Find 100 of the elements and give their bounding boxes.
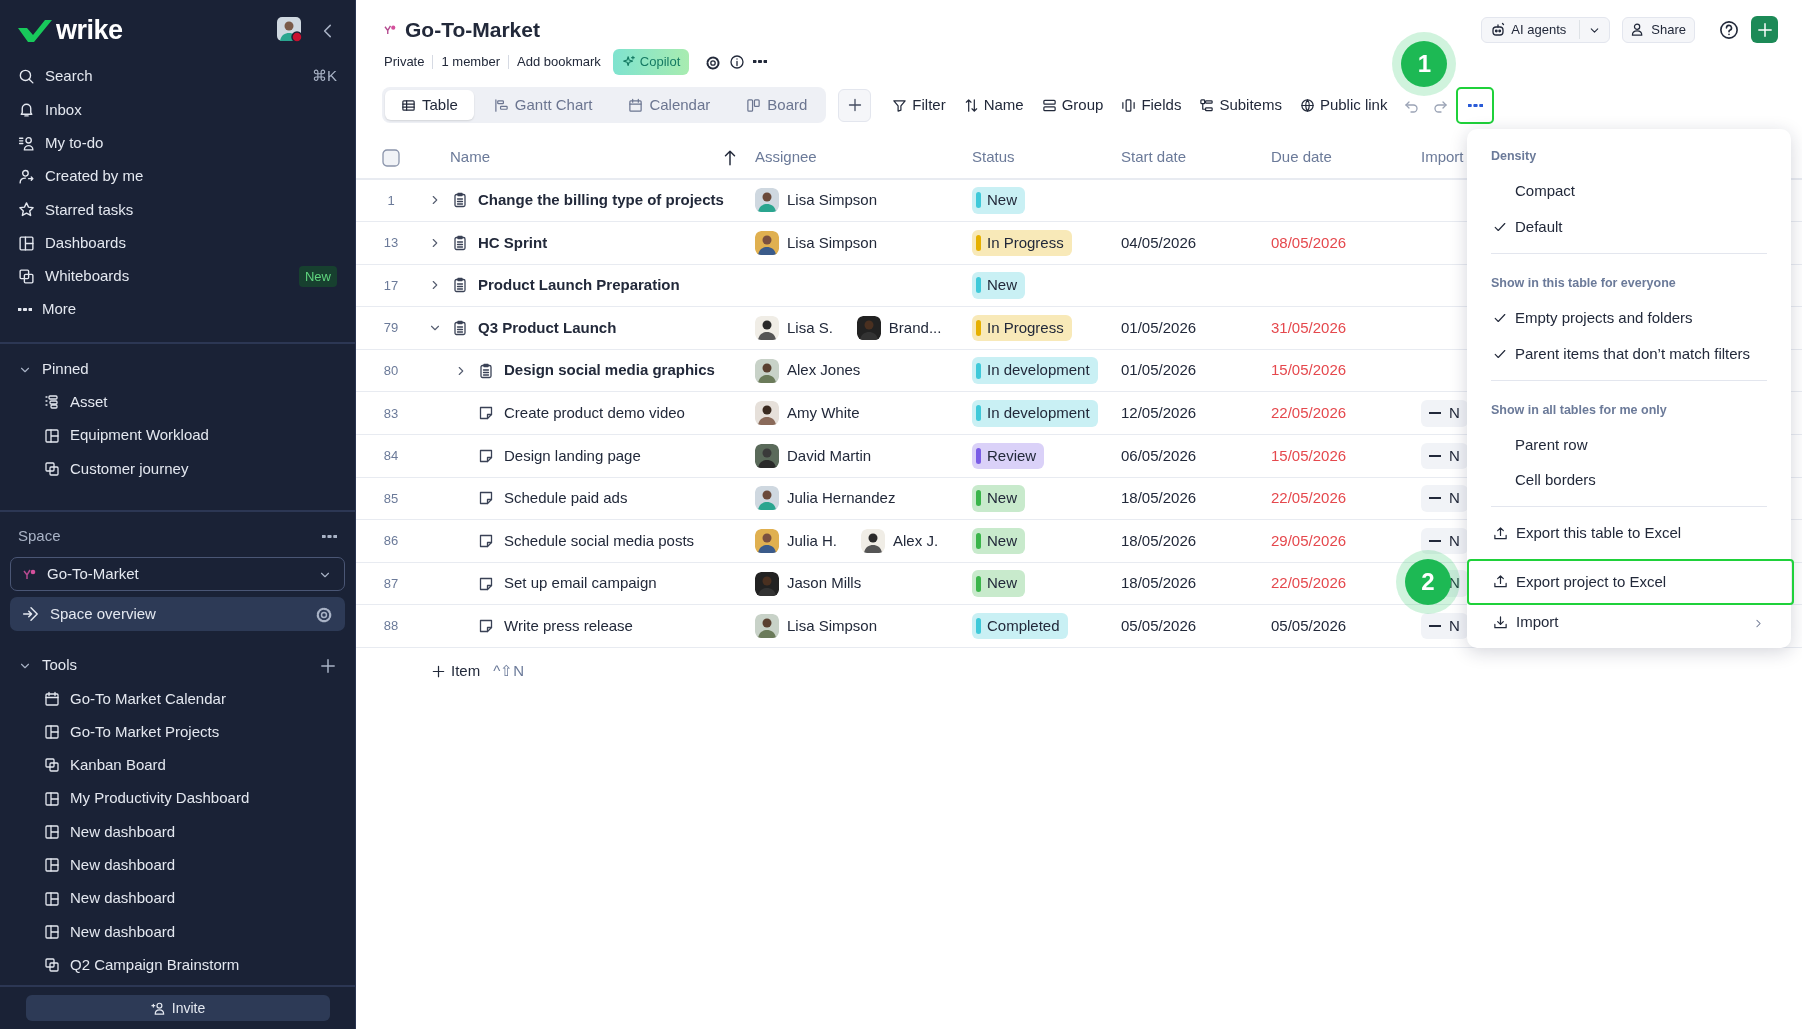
- status-pill[interactable]: In Progress: [972, 229, 1072, 257]
- item-name[interactable]: Schedule social media posts: [504, 529, 695, 553]
- column-header[interactable]: Start date: [1121, 146, 1187, 169]
- item-name[interactable]: Create product demo video: [504, 402, 685, 425]
- add-button[interactable]: [1751, 16, 1778, 43]
- sidebar-item[interactable]: New dashboard: [0, 881, 355, 916]
- sidebar-item[interactable]: Asset: [0, 385, 355, 419]
- sidebar-item[interactable]: Created by me: [0, 159, 355, 194]
- status-pill[interactable]: Completed: [972, 613, 1068, 640]
- avatar-icon: [755, 188, 779, 213]
- item-name[interactable]: Design social media graphics: [504, 359, 715, 382]
- toolbar-button[interactable]: Name: [958, 91, 1029, 119]
- sidebar-item[interactable]: New dashboard: [0, 915, 355, 949]
- column-header[interactable]: Import: [1421, 146, 1464, 169]
- item-name[interactable]: Schedule paid ads: [504, 487, 628, 510]
- item-label: Go-To Market Projects: [70, 721, 220, 742]
- sidebar-item[interactable]: More: [0, 293, 355, 327]
- sidebar-item[interactable]: Customer journey: [0, 452, 355, 486]
- menu-item[interactable]: Import: [1467, 604, 1791, 641]
- menu-item[interactable]: Parent items that don’t match filters: [1467, 336, 1791, 372]
- whiteboard-icon: [44, 957, 60, 974]
- column-header[interactable]: Name: [450, 146, 490, 169]
- sidebar-item[interactable]: Go-To Market Projects: [0, 715, 355, 749]
- add-view-button[interactable]: [838, 88, 872, 122]
- item-name[interactable]: Design landing page: [504, 444, 641, 468]
- toolbar-button[interactable]: Filter: [887, 91, 951, 119]
- menu-item[interactable]: Cell borders: [1467, 462, 1791, 499]
- sidebar-item[interactable]: New dashboard: [0, 815, 355, 849]
- avatar-icon: [755, 614, 779, 639]
- space-selector[interactable]: Go-To-Market: [10, 556, 345, 591]
- logo-wordmark: wrike: [56, 13, 123, 47]
- invite-button[interactable]: Invite: [26, 995, 330, 1021]
- add-bookmark-link[interactable]: Add bookmark: [517, 52, 601, 72]
- status-pill[interactable]: In development: [972, 400, 1098, 427]
- column-header[interactable]: Assignee: [755, 146, 817, 169]
- space-overview-item[interactable]: Space overview: [10, 596, 345, 631]
- importance-chip[interactable]: N: [1421, 485, 1468, 512]
- menu-item[interactable]: Empty projects and folders: [1467, 300, 1791, 336]
- item-name[interactable]: HC Sprint: [478, 231, 548, 255]
- toolbar-button[interactable]: Fields: [1116, 91, 1187, 119]
- dashboard-icon: [44, 724, 60, 741]
- task-icon: [478, 405, 494, 422]
- column-header[interactable]: Status: [972, 146, 1015, 169]
- column-header[interactable]: Due date: [1271, 146, 1332, 169]
- ai-agents-button[interactable]: AI agents: [1481, 16, 1611, 43]
- menu-item[interactable]: Export this table to Excel: [1467, 515, 1791, 551]
- importance-chip[interactable]: N: [1421, 442, 1468, 470]
- due-date: 29/05/2026: [1271, 530, 1347, 551]
- sidebar-item[interactable]: Q2 Campaign Brainstorm: [0, 948, 355, 982]
- view-tab[interactable]: Board: [730, 89, 824, 121]
- view-tab[interactable]: Calendar: [612, 89, 727, 121]
- menu-item[interactable]: Export project to Excel: [1467, 558, 1794, 605]
- importance-chip[interactable]: N: [1421, 613, 1468, 640]
- copilot-button[interactable]: Copilot: [612, 49, 690, 75]
- select-all-checkbox[interactable]: [382, 148, 400, 167]
- section-header[interactable]: Pinned: [0, 352, 355, 386]
- menu-item[interactable]: Parent row: [1467, 427, 1791, 463]
- sidebar-item[interactable]: Go-To Market Calendar: [0, 682, 355, 716]
- sidebar-item[interactable]: Equipment Workload: [0, 418, 355, 453]
- menu-item[interactable]: Compact: [1467, 173, 1791, 210]
- sidebar-item[interactable]: My Productivity Dashboard: [0, 782, 355, 816]
- toolbar-button[interactable]: Public link: [1294, 91, 1393, 119]
- item-name[interactable]: Product Launch Preparation: [478, 274, 680, 297]
- view-tab[interactable]: Gantt Chart: [477, 89, 609, 121]
- add-person-icon: [150, 1000, 166, 1016]
- status-pill[interactable]: In development: [972, 357, 1098, 384]
- status-pill[interactable]: New: [972, 485, 1025, 512]
- status-pill[interactable]: Review: [972, 442, 1045, 470]
- sidebar-item[interactable]: Inbox: [0, 93, 355, 127]
- status-pill[interactable]: New: [972, 272, 1025, 299]
- sidebar-item[interactable]: New dashboard: [0, 848, 355, 882]
- item-name[interactable]: Change the billing type of projects: [478, 189, 724, 212]
- importance-chip[interactable]: N: [1421, 527, 1468, 555]
- importance-chip[interactable]: N: [1421, 400, 1468, 427]
- sidebar-item[interactable]: Whiteboards New: [0, 259, 355, 294]
- section-header[interactable]: Tools: [0, 648, 355, 683]
- due-date: 22/05/2026: [1271, 573, 1347, 594]
- sidebar-item[interactable]: Search ⌘K: [0, 60, 355, 94]
- add-item-button[interactable]: Item: [426, 658, 486, 685]
- sidebar-item[interactable]: Kanban Board: [0, 748, 355, 783]
- share-button[interactable]: Share: [1622, 16, 1695, 43]
- item-name[interactable]: Q3 Product Launch: [478, 316, 617, 340]
- assignee-name: Jason Mills: [787, 573, 862, 594]
- sidebar-item[interactable]: Starred tasks: [0, 193, 355, 227]
- status-pill[interactable]: New: [972, 527, 1025, 555]
- toolbar-button[interactable]: Group: [1036, 91, 1109, 119]
- menu-item[interactable]: Default: [1467, 209, 1791, 245]
- item-name[interactable]: Set up email campaign: [504, 572, 657, 595]
- view-tab[interactable]: Table: [385, 89, 474, 121]
- calendar-icon: [44, 690, 60, 707]
- status-pill[interactable]: New: [972, 187, 1025, 214]
- toolbar-button[interactable]: Subitems: [1194, 91, 1287, 119]
- user-avatar-icon[interactable]: [277, 17, 303, 43]
- hierarchy-list-icon: [44, 394, 60, 411]
- sidebar-item[interactable]: My to-do: [0, 126, 355, 160]
- item-name[interactable]: Write press release: [504, 615, 633, 638]
- more-options-button[interactable]: [1456, 86, 1495, 124]
- sidebar-item[interactable]: Dashboards: [0, 226, 355, 260]
- status-pill[interactable]: In Progress: [972, 314, 1072, 342]
- status-pill[interactable]: New: [972, 570, 1025, 597]
